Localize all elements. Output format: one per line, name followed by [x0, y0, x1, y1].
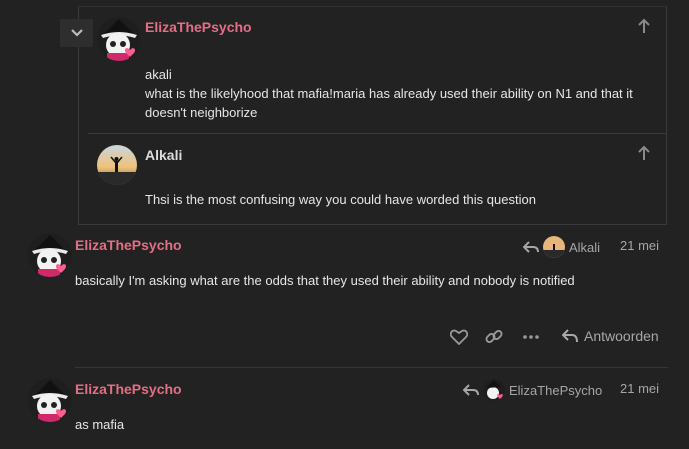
embedded-reply-line: akali: [145, 67, 172, 82]
reply-arrow-icon: [523, 241, 539, 253]
embedded-reply-username[interactable]: Alkali: [145, 147, 182, 163]
embedded-reply-line: what is the likelyhood that mafia!maria …: [145, 86, 633, 101]
post-separator: [75, 367, 668, 368]
avatar[interactable]: [28, 233, 72, 277]
embedded-reply-line: doesn't neighborize: [145, 105, 258, 120]
ellipsis-icon[interactable]: [521, 327, 541, 347]
link-icon[interactable]: [484, 327, 504, 347]
avatar[interactable]: [97, 17, 141, 61]
post-body: as mafia: [75, 417, 125, 432]
post-username[interactable]: ElizaThePsycho: [75, 381, 182, 397]
reply-to-link[interactable]: ElizaThePsycho: [463, 379, 602, 401]
post-username[interactable]: ElizaThePsycho: [75, 237, 182, 253]
embedded-reply-username[interactable]: ElizaThePsycho: [145, 19, 252, 35]
reply-arrow-icon: [562, 329, 578, 343]
post-date[interactable]: 21 mei: [620, 381, 659, 396]
chevron-down-icon: [70, 29, 83, 37]
reply-to-username: Alkali: [569, 239, 601, 255]
embedded-reply-line: Thsi is the most confusing way you could…: [145, 192, 536, 207]
reply-button[interactable]: Antwoorden: [562, 328, 659, 344]
arrow-up-icon[interactable]: [637, 18, 651, 37]
reply-button-label: Antwoorden: [584, 328, 659, 344]
embedded-divider: [88, 133, 667, 134]
witch-girl-avatar-icon: [28, 378, 72, 422]
embedded-reply-body: Thsi is the most confusing way you could…: [145, 190, 635, 209]
witch-girl-avatar-icon: [483, 379, 505, 401]
reply-to-link[interactable]: Alkali: [523, 236, 600, 258]
witch-girl-avatar-icon: [97, 17, 141, 61]
heart-icon[interactable]: [449, 327, 469, 347]
avatar[interactable]: [28, 378, 72, 422]
reply-arrow-icon: [463, 384, 479, 396]
collapse-replies-button[interactable]: [60, 19, 93, 47]
reply-to-username: ElizaThePsycho: [509, 382, 603, 398]
post-date[interactable]: 21 mei: [620, 238, 659, 253]
witch-girl-avatar-icon: [28, 233, 72, 277]
embedded-reply-body: akali what is the likelyhood that mafia!…: [145, 65, 635, 122]
sunset-silhouette-avatar-icon: [97, 145, 137, 185]
post-body: basically I'm asking what are the odds t…: [75, 273, 575, 288]
arrow-up-icon[interactable]: [637, 145, 651, 164]
sunset-silhouette-avatar-icon: [543, 236, 565, 258]
avatar[interactable]: [97, 145, 137, 185]
